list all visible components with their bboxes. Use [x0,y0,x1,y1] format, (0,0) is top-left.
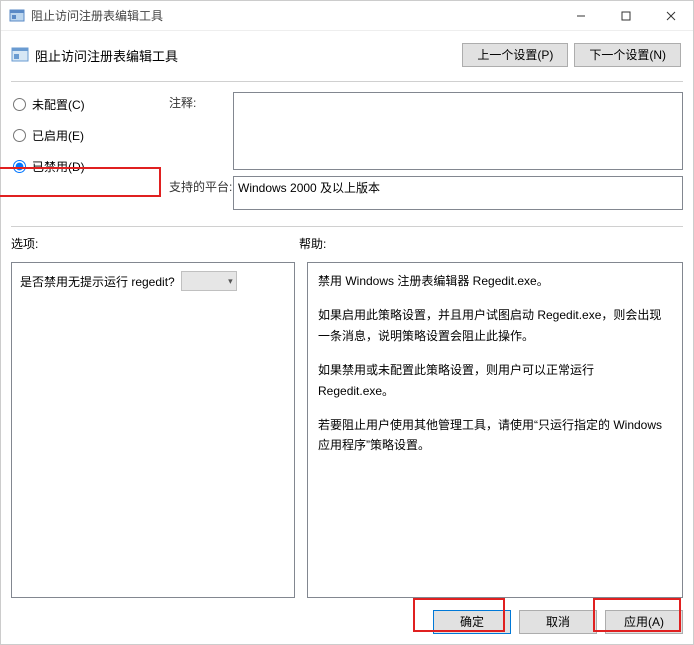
policy-icon [11,46,29,64]
radio-enabled-label: 已启用(E) [32,127,84,144]
panes-row: 是否禁用无提示运行 regedit? ▾ 禁用 Windows 注册表编辑器 R… [11,262,683,598]
minimize-button[interactable] [558,1,603,30]
help-pane: 禁用 Windows 注册表编辑器 Regedit.exe。 如果启用此策略设置… [307,262,683,598]
footer: 确定 取消 应用(A) [11,610,683,634]
header-row: 阻止访问注册表编辑工具 上一个设置(P) 下一个设置(N) [11,39,683,71]
policy-title: 阻止访问注册表编辑工具 [35,46,462,65]
options-pane: 是否禁用无提示运行 regedit? ▾ [11,262,295,598]
option-regedit-prompt-label: 是否禁用无提示运行 regedit? [20,273,175,290]
comment-textarea[interactable] [233,92,683,170]
radio-disabled-input[interactable] [13,160,26,173]
separator [11,81,683,82]
comment-label: 注释: [169,92,233,111]
maximize-button[interactable] [603,1,648,30]
option-regedit-prompt-select[interactable]: ▾ [181,271,237,291]
radio-enabled-input[interactable] [13,129,26,142]
help-p3: 如果禁用或未配置此策略设置，则用户可以正常运行 Regedit.exe。 [318,360,672,401]
config-row: 未配置(C) 已启用(E) 已禁用(D) 注释: 支持的平台: [11,92,683,216]
cancel-button[interactable]: 取消 [519,610,597,634]
help-p1: 禁用 Windows 注册表编辑器 Regedit.exe。 [318,271,672,291]
nav-buttons: 上一个设置(P) 下一个设置(N) [462,43,681,67]
window-controls [558,1,693,30]
options-label: 选项: [11,235,299,252]
radio-disabled-label: 已禁用(D) [32,158,85,175]
comment-row: 注释: [233,92,683,170]
radio-not-configured[interactable]: 未配置(C) [13,96,171,113]
chevron-down-icon: ▾ [228,276,233,287]
option-regedit-prompt: 是否禁用无提示运行 regedit? ▾ [20,271,286,291]
radio-disabled[interactable]: 已禁用(D) [13,158,171,175]
dialog-content: 阻止访问注册表编辑工具 上一个设置(P) 下一个设置(N) 未配置(C) 已启用… [1,31,693,644]
close-button[interactable] [648,1,693,30]
titlebar: 阻止访问注册表编辑工具 [1,1,693,31]
help-p4: 若要阻止用户使用其他管理工具，请使用“只运行指定的 Windows 应用程序”策… [318,415,672,456]
platform-text: Windows 2000 及以上版本 [233,176,683,210]
state-radio-group: 未配置(C) 已启用(E) 已禁用(D) [11,92,171,175]
dialog-window: 阻止访问注册表编辑工具 阻止访问注册表编辑工具 [0,0,694,645]
mid-separator [11,226,683,227]
prev-setting-button[interactable]: 上一个设置(P) [462,43,568,67]
radio-not-configured-input[interactable] [13,98,26,111]
help-p2: 如果启用此策略设置，并且用户试图启动 Regedit.exe，则会出现一条消息，… [318,305,672,346]
window-title: 阻止访问注册表编辑工具 [31,7,558,24]
radio-not-configured-label: 未配置(C) [32,96,85,113]
platform-row: 支持的平台: Windows 2000 及以上版本 [233,176,683,210]
platform-label: 支持的平台: [169,176,233,195]
app-icon [9,8,25,24]
ok-button[interactable]: 确定 [433,610,511,634]
radio-enabled[interactable]: 已启用(E) [13,127,171,144]
next-setting-button[interactable]: 下一个设置(N) [574,43,681,67]
right-area: 注释: 支持的平台: Windows 2000 及以上版本 [171,92,683,216]
pane-labels: 选项: 帮助: [11,235,683,252]
apply-button[interactable]: 应用(A) [605,610,683,634]
help-label: 帮助: [299,235,683,252]
